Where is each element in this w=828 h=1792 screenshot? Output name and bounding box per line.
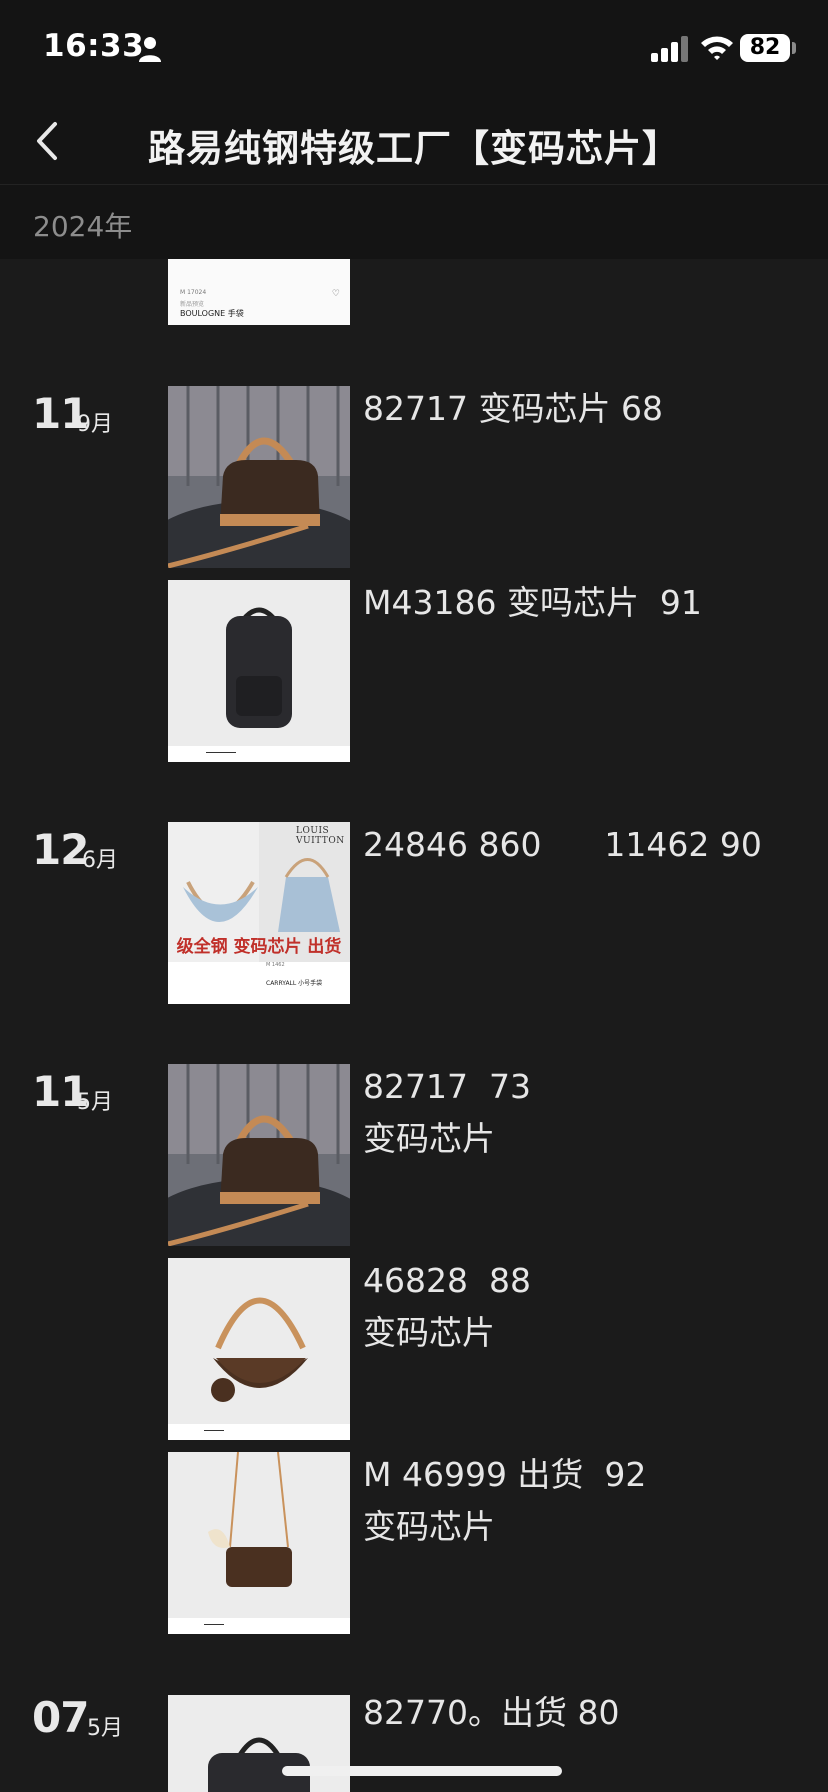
product-name: CARRYALL 小号手袋 (266, 980, 323, 987)
signal-icon (651, 36, 688, 62)
post-image[interactable] (168, 1452, 350, 1634)
status-bar: 16:33 82 (0, 0, 828, 100)
post-caption: 46828 88 变码芯片 (363, 1261, 531, 1352)
post-date-month: 6月 (82, 848, 118, 873)
post-caption: 24846 860 11462 90 (363, 825, 762, 864)
year-label: 2024年 (33, 210, 133, 243)
post-image[interactable] (168, 1258, 350, 1440)
post-image[interactable]: LOUIS VUITTON 级全钢 变码芯片 出货 M 1462 CARRYAL… (168, 822, 350, 1004)
home-indicator[interactable] (282, 1766, 562, 1776)
status-time: 16:33 (43, 28, 145, 64)
post-image[interactable]: M 17024 新品预览 BOULOGNE 手袋 ♡ (168, 259, 350, 325)
post-caption: M43186 变吗芯片 91 (363, 583, 702, 622)
post-image[interactable] (168, 1695, 350, 1792)
card-tag: 新品预览 (180, 301, 205, 308)
product-code: M 1462 (266, 962, 285, 968)
card-product-name: BOULOGNE 手袋 (180, 309, 244, 318)
brand-logo-text: LOUIS VUITTON (296, 826, 345, 846)
battery-tip (792, 42, 796, 54)
post-caption: M 46999 出货 92 变码芯片 (363, 1455, 647, 1546)
post-date-day: 07 (32, 1693, 89, 1742)
post-caption: 82717 73 变码芯片 (363, 1067, 531, 1158)
year-header: 2024年 (0, 185, 828, 259)
image-overlay-text: 级全钢 变码芯片 出货 (176, 937, 342, 957)
post-date-month: 9月 (77, 412, 113, 437)
post-image[interactable] (168, 580, 350, 762)
wifi-icon (701, 36, 733, 60)
heart-icon: ♡ (331, 289, 340, 299)
battery-indicator: 82 (740, 34, 790, 62)
page-title: 路易纯钢特级工厂【变码芯片】 (148, 127, 680, 170)
card-code: M 17024 (180, 289, 207, 296)
person-icon (139, 37, 161, 62)
nav-bar: 路易纯钢特级工厂【变码芯片】 (0, 100, 828, 185)
post-caption: 82717 变码芯片 68 (363, 389, 663, 428)
post-date-month: 5月 (77, 1090, 113, 1115)
post-date-month: 5月 (87, 1716, 123, 1741)
post-date-day: 12 (32, 825, 89, 874)
post-caption: 82770。出货 80 (363, 1693, 620, 1732)
post-image[interactable] (168, 386, 350, 568)
post-image[interactable] (168, 1064, 350, 1246)
